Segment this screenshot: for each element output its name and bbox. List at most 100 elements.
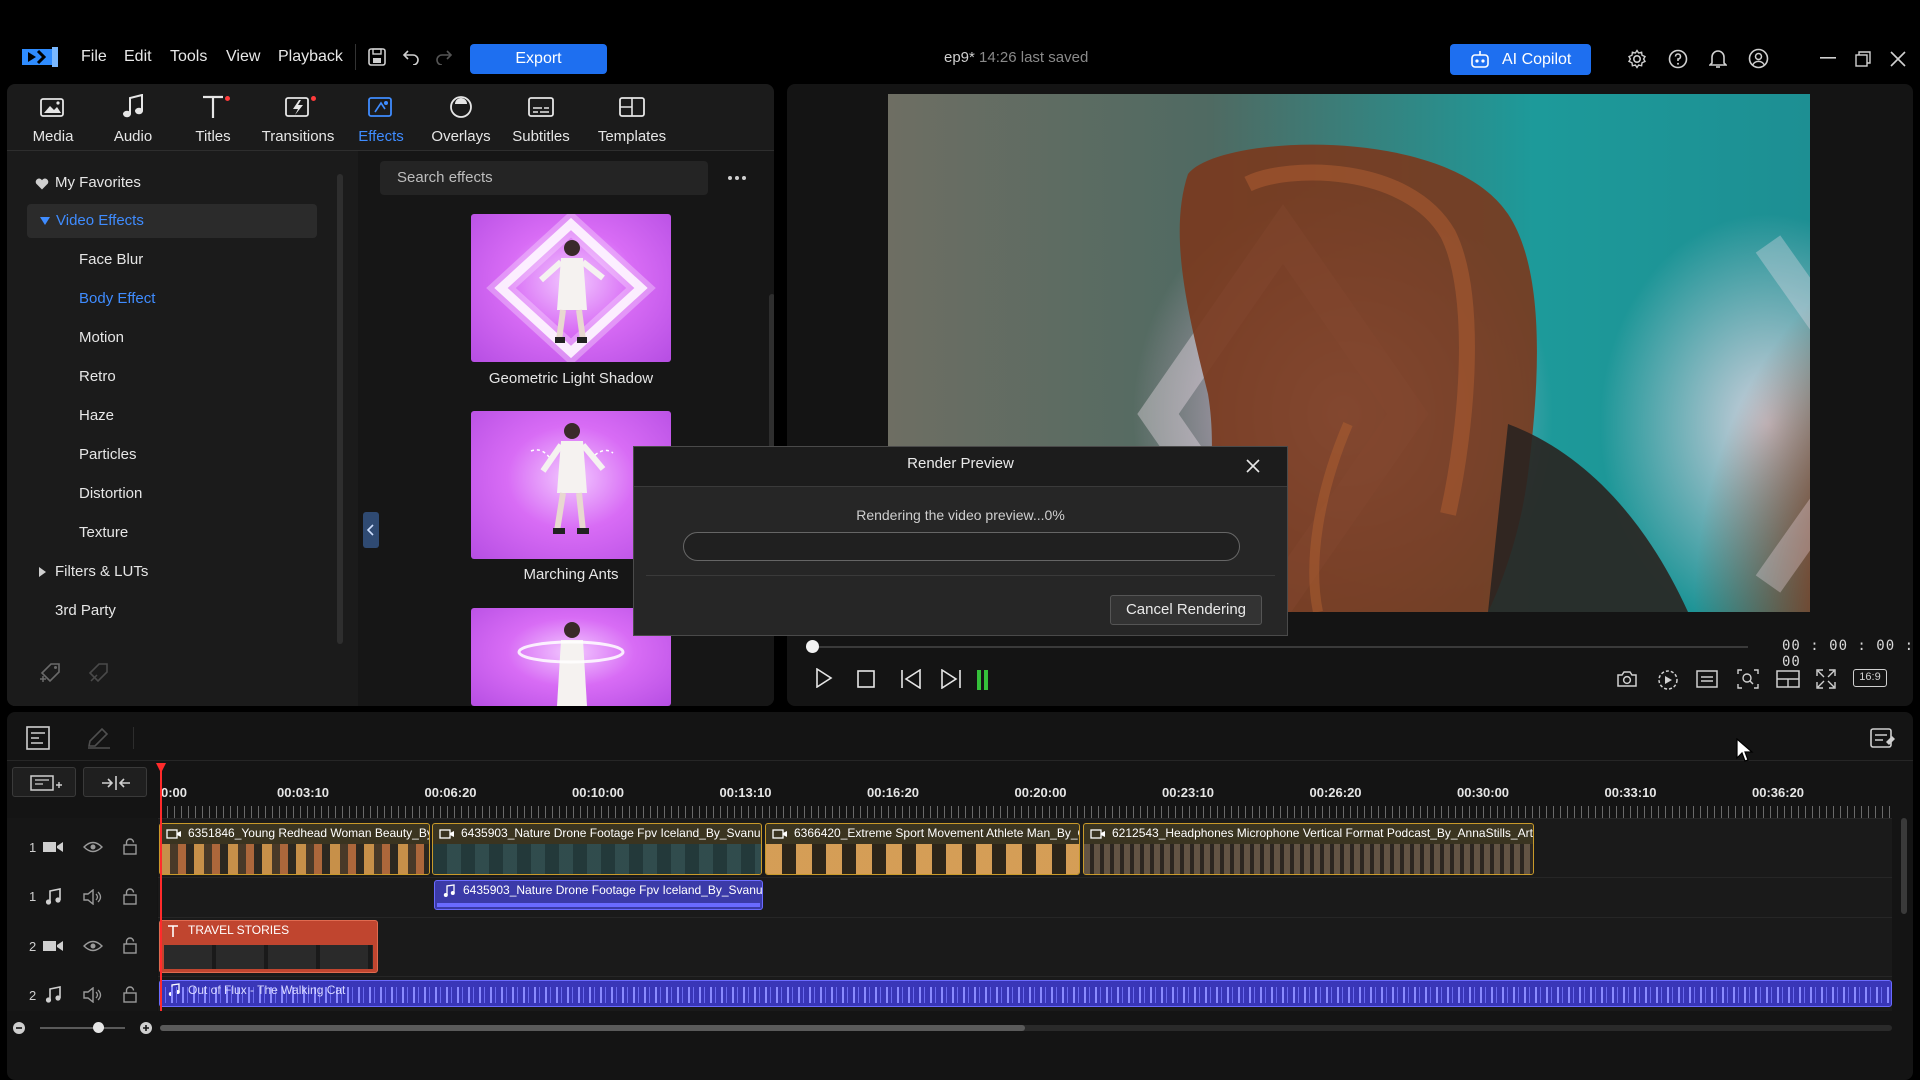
tree-item-body-effect[interactable]: Body Effect: [7, 282, 317, 316]
video-clip[interactable]: 6366420_Extreme Sport Movement Athlete M…: [765, 823, 1080, 875]
minimize-icon[interactable]: [1820, 57, 1836, 59]
track-video-2[interactable]: [158, 917, 1892, 976]
subtitle-toggle-icon[interactable]: [1696, 670, 1718, 688]
gear-icon[interactable]: [1627, 49, 1647, 69]
close-icon[interactable]: [1246, 459, 1260, 473]
collapse-panel-button[interactable]: [363, 512, 379, 548]
export-button[interactable]: Export: [470, 44, 607, 74]
eye-icon[interactable]: [83, 840, 103, 854]
menu-tools[interactable]: Tools: [170, 48, 207, 66]
redo-icon[interactable]: [435, 49, 453, 65]
audio-clip[interactable]: 6435903_Nature Drone Footage Fpv Iceland…: [434, 880, 763, 910]
audio-clip[interactable]: Out of Flux - The Walking Cat: [159, 980, 1892, 1007]
effect-thumbnail-geometric-light-shadow[interactable]: [471, 214, 671, 362]
overlays-icon: [421, 92, 501, 122]
video-clip[interactable]: 6435903_Nature Drone Footage Fpv Iceland…: [432, 823, 762, 875]
tree-item-video-effects[interactable]: Video Effects: [27, 204, 317, 238]
save-icon[interactable]: [368, 48, 386, 66]
more-options-icon[interactable]: [728, 176, 746, 180]
edit-tag-icon[interactable]: [87, 661, 113, 683]
tree-item-label: Particles: [79, 446, 137, 463]
stop-icon[interactable]: [857, 670, 875, 688]
ruler-label: 00:23:10: [1162, 785, 1215, 800]
tab-transitions[interactable]: Transitions: [253, 92, 343, 145]
help-icon[interactable]: [1668, 49, 1688, 69]
tab-templates[interactable]: Templates: [587, 92, 677, 145]
video-clip[interactable]: 6212543_Headphones Microphone Vertical F…: [1083, 823, 1534, 875]
tree-item-texture[interactable]: Texture: [7, 516, 317, 550]
tree-item-3rd-party[interactable]: 3rd Party: [7, 594, 317, 628]
tree-item-filters-luts[interactable]: Filters & LUTs: [7, 555, 317, 589]
previous-frame-icon[interactable]: [900, 669, 922, 689]
ruler-label: 00:30:00: [1457, 785, 1510, 800]
edit-pen-icon[interactable]: [86, 727, 112, 749]
tab-media[interactable]: Media: [13, 92, 93, 145]
lock-icon[interactable]: [123, 838, 137, 855]
tab-titles[interactable]: Titles: [173, 92, 253, 145]
tab-subtitles[interactable]: Subtitles: [501, 92, 581, 145]
timeline-hscroll-thumb[interactable]: [160, 1025, 1025, 1031]
next-frame-icon[interactable]: [940, 669, 962, 689]
fit-timeline-button[interactable]: [83, 767, 147, 797]
tree-item-distortion[interactable]: Distortion: [7, 477, 317, 511]
tab-audio[interactable]: Audio: [93, 92, 173, 145]
zoom-out-icon[interactable]: [12, 1021, 26, 1035]
track-number: 1: [29, 889, 37, 904]
speaker-icon[interactable]: [83, 889, 103, 905]
render-preview-icon[interactable]: [1656, 668, 1680, 690]
zoom-slider-track[interactable]: [40, 1027, 125, 1029]
ai-copilot-button[interactable]: AI Copilot: [1450, 44, 1591, 75]
undo-icon[interactable]: [402, 49, 420, 65]
eye-icon[interactable]: [83, 939, 103, 953]
menu-view[interactable]: View: [226, 48, 260, 66]
menu-file[interactable]: File: [81, 48, 107, 66]
snapshot-camera-icon[interactable]: [1616, 670, 1638, 688]
bell-icon[interactable]: [1709, 48, 1727, 69]
tree-item-my-favorites[interactable]: My Favorites: [7, 166, 317, 200]
effects-category-tree: My Favorites Video Effects Face Blur Bod…: [7, 151, 351, 706]
track-audio-1[interactable]: [158, 877, 1892, 917]
speaker-icon[interactable]: [83, 987, 103, 1003]
tree-item-retro[interactable]: Retro: [7, 360, 317, 394]
menu-edit[interactable]: Edit: [124, 48, 152, 66]
track-header-video-2: 2: [7, 917, 157, 976]
aspect-ratio-button[interactable]: 16:9: [1853, 669, 1887, 687]
tree-item-label: Motion: [79, 329, 125, 346]
lock-icon[interactable]: [123, 986, 137, 1003]
tree-item-face-blur[interactable]: Face Blur: [7, 243, 317, 277]
account-icon[interactable]: [1748, 48, 1769, 69]
preview-scrubber-track[interactable]: [812, 646, 1748, 648]
add-tag-icon[interactable]: [39, 661, 65, 683]
fullscreen-icon[interactable]: [1816, 669, 1836, 689]
search-input[interactable]: Search effects: [380, 161, 708, 195]
add-track-button[interactable]: [12, 767, 76, 797]
playhead[interactable]: [156, 763, 166, 1011]
grid-layout-icon[interactable]: [1776, 670, 1800, 688]
video-clip[interactable]: 6351846_Young Redhead Woman Beauty_By_: [159, 823, 430, 875]
tree-scrollbar[interactable]: [337, 174, 343, 644]
track-number: 1: [29, 840, 37, 855]
lock-icon[interactable]: [123, 888, 137, 905]
lock-icon[interactable]: [123, 937, 137, 954]
tree-item-particles[interactable]: Particles: [7, 438, 317, 472]
zoom-in-icon[interactable]: [139, 1021, 153, 1035]
zoom-preview-icon[interactable]: [1737, 669, 1759, 689]
restore-icon[interactable]: [1855, 51, 1871, 67]
tree-item-label: Haze: [79, 407, 115, 424]
timeline-tools-icon[interactable]: [25, 725, 51, 751]
cancel-rendering-button[interactable]: Cancel Rendering: [1110, 595, 1262, 625]
tab-effects[interactable]: Effects: [341, 92, 421, 145]
play-icon[interactable]: [815, 668, 833, 688]
app-logo-icon: [22, 47, 58, 67]
title-clip[interactable]: TRAVEL STORIES: [159, 920, 378, 973]
tree-item-haze[interactable]: Haze: [7, 399, 317, 433]
zoom-slider-handle[interactable]: [93, 1022, 104, 1033]
timeline-vscroll-thumb[interactable]: [1901, 818, 1907, 914]
title-t-icon: [167, 925, 179, 938]
menu-playback[interactable]: Playback: [278, 48, 343, 66]
tree-item-motion[interactable]: Motion: [7, 321, 317, 355]
preview-scrubber-handle[interactable]: [806, 640, 819, 653]
tab-overlays[interactable]: Overlays: [421, 92, 501, 145]
track-manager-icon[interactable]: [1869, 725, 1897, 751]
close-window-icon[interactable]: [1890, 51, 1906, 67]
